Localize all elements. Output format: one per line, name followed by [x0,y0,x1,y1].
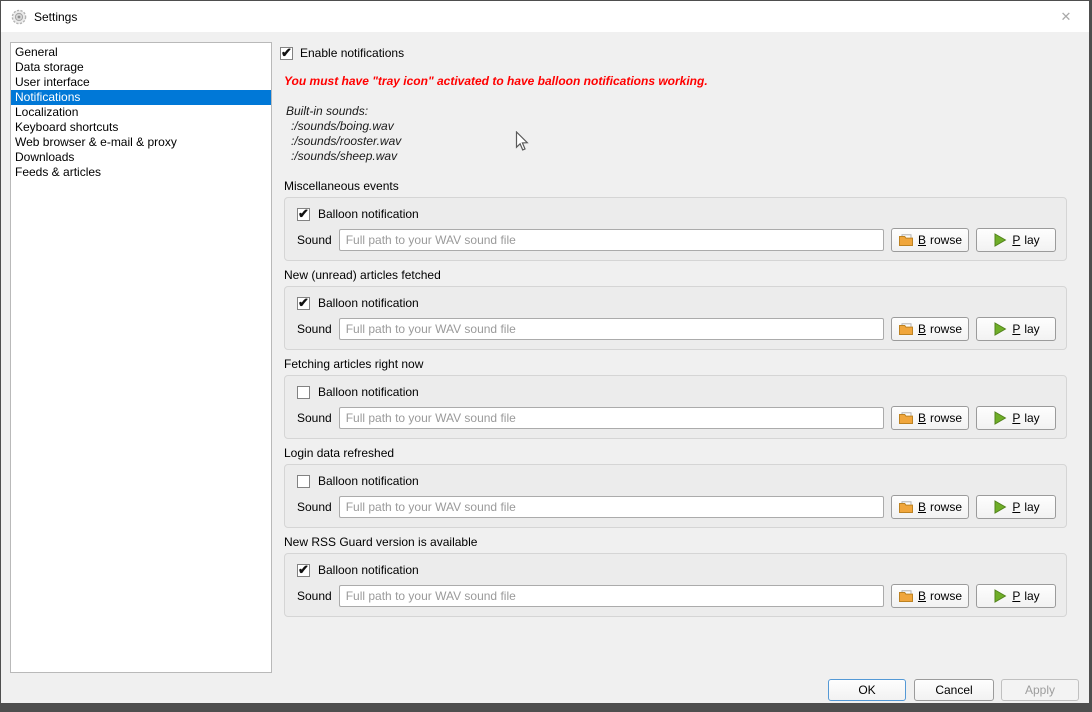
browse-button[interactable]: Browse [891,317,969,341]
sound-row: Sound Browse Play [297,406,1056,430]
sound-row: Sound Browse Play [297,584,1056,608]
section-title: Login data refreshed [284,447,394,460]
sidebar-item-general[interactable]: General [11,45,271,60]
notification-section: New RSS Guard version is available ✔ Ballo… [284,536,1067,617]
play-icon [992,588,1008,604]
check-mark-icon: ✔ [298,295,309,311]
section-groupbox: Balloon notification Sound Browse Play [284,375,1067,439]
folder-icon [898,499,914,515]
sound-label: Sound [297,500,332,514]
sidebar-item-web-browser-e-mail-proxy[interactable]: Web browser & e-mail & proxy [11,135,271,150]
sidebar-item-user-interface[interactable]: User interface [11,75,271,90]
balloon-notification-row: Balloon notification [297,385,419,399]
section-groupbox: ✔ Balloon notification Sound Browse Play [284,553,1067,617]
ok-button[interactable]: OK [828,679,906,701]
folder-icon [898,321,914,337]
builtin-sounds-list: :/sounds/boing.wav:/sounds/rooster.wav:/… [286,119,401,164]
enable-notifications-checkbox[interactable]: ✔ [280,47,293,60]
balloon-notification-checkbox[interactable] [297,475,310,488]
browse-button[interactable]: Browse [891,495,969,519]
play-button[interactable]: Play [976,228,1056,252]
notification-section: Fetching articles right now Balloon notif… [284,358,1067,439]
sidebar-item-feeds-articles[interactable]: Feeds & articles [11,165,271,180]
sidebar-item-localization[interactable]: Localization [11,105,271,120]
play-button[interactable]: Play [976,317,1056,341]
sound-path-input[interactable] [339,407,884,429]
notification-section: Login data refreshed Balloon notification… [284,447,1067,528]
titlebar[interactable]: Settings ✕ [1,1,1089,32]
cancel-button[interactable]: Cancel [914,679,994,701]
notification-section: Miscellaneous events ✔ Balloon notificatio… [284,180,1067,261]
browse-button[interactable]: Browse [891,406,969,430]
balloon-notification-label: Balloon notification [318,385,419,399]
sound-path-input[interactable] [339,585,884,607]
balloon-notification-row: ✔ Balloon notification [297,563,419,577]
section-groupbox: Balloon notification Sound Browse Play [284,464,1067,528]
settings-window: Settings ✕ GeneralData storageUser inter… [1,1,1089,703]
builtin-sounds-block: Built-in sounds: :/sounds/boing.wav:/sou… [286,104,401,164]
window-title: Settings [34,10,77,24]
sound-label: Sound [297,233,332,247]
balloon-notification-row: Balloon notification [297,474,419,488]
play-icon [992,499,1008,515]
enable-notifications-row: ✔ Enable notifications [280,46,404,60]
settings-dialog: Settings ✕ GeneralData storageUser inter… [0,0,1092,712]
balloon-notification-label: Balloon notification [318,474,419,488]
browse-button[interactable]: Browse [891,228,969,252]
section-groupbox: ✔ Balloon notification Sound Browse Play [284,197,1067,261]
balloon-notification-label: Balloon notification [318,207,419,221]
builtin-sound-path: :/sounds/sheep.wav [291,149,401,164]
balloon-notification-checkbox[interactable] [297,386,310,399]
sound-label: Sound [297,322,332,336]
sections: Miscellaneous events ✔ Balloon notificatio… [284,180,1067,625]
sound-path-input[interactable] [339,496,884,518]
section-title: New RSS Guard version is available [284,536,477,549]
enable-notifications-label: Enable notifications [300,46,404,60]
sound-path-input[interactable] [339,318,884,340]
check-mark-icon: ✔ [298,206,309,222]
balloon-notification-row: ✔ Balloon notification [297,296,419,310]
section-title: Miscellaneous events [284,180,399,193]
balloon-notification-label: Balloon notification [318,563,419,577]
builtin-sound-path: :/sounds/rooster.wav [291,134,401,149]
notification-section: New (unread) articles fetched ✔ Balloon no… [284,269,1067,350]
section-groupbox: ✔ Balloon notification Sound Browse Play [284,286,1067,350]
section-title: New (unread) articles fetched [284,269,441,282]
play-button[interactable]: Play [976,584,1056,608]
play-icon [992,232,1008,248]
folder-icon [898,410,914,426]
check-mark-icon: ✔ [298,562,309,578]
balloon-notification-checkbox[interactable]: ✔ [297,297,310,310]
sound-row: Sound Browse Play [297,317,1056,341]
play-icon [992,410,1008,426]
play-icon [992,321,1008,337]
play-button[interactable]: Play [976,495,1056,519]
balloon-notification-row: ✔ Balloon notification [297,207,419,221]
sidebar-item-notifications[interactable]: Notifications [11,90,271,105]
sound-label: Sound [297,589,332,603]
folder-icon [898,588,914,604]
sound-row: Sound Browse Play [297,228,1056,252]
check-mark-icon: ✔ [281,45,292,61]
folder-icon [898,232,914,248]
settings-gear-icon [11,9,27,25]
sidebar-item-data-storage[interactable]: Data storage [11,60,271,75]
balloon-notification-label: Balloon notification [318,296,419,310]
tray-icon-warning: You must have "tray icon" activated to h… [284,74,708,88]
apply-button[interactable]: Apply [1001,679,1079,701]
settings-category-list: GeneralData storageUser interfaceNotific… [10,42,272,673]
balloon-notification-checkbox[interactable]: ✔ [297,208,310,221]
sidebar-item-downloads[interactable]: Downloads [11,150,271,165]
sound-path-input[interactable] [339,229,884,251]
builtin-sounds-title: Built-in sounds: [286,104,401,119]
builtin-sound-path: :/sounds/boing.wav [291,119,401,134]
sound-label: Sound [297,411,332,425]
section-title: Fetching articles right now [284,358,423,371]
balloon-notification-checkbox[interactable]: ✔ [297,564,310,577]
play-button[interactable]: Play [976,406,1056,430]
sidebar-item-keyboard-shortcuts[interactable]: Keyboard shortcuts [11,120,271,135]
close-icon[interactable]: ✕ [1051,5,1081,29]
sound-row: Sound Browse Play [297,495,1056,519]
browse-button[interactable]: Browse [891,584,969,608]
